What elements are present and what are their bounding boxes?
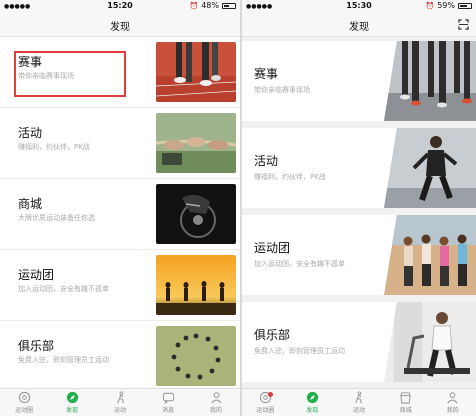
item-subtitle: 加入运动团，安全有趣不孤单 [254,260,345,268]
alarm-icon: ⏰ [189,1,199,10]
run-icon [355,391,363,404]
tab-bar: 运动圈 发现 运动 消息 我的 [0,388,240,416]
battery-percent: 59% [437,1,455,10]
tab-label: 运动 [113,407,126,414]
card-activities[interactable]: 活动 赚福利，约伙伴，PK战 [242,128,476,208]
item-title: 运动团 [18,268,55,282]
track-race-image [156,42,236,102]
tab-label: 消息 [161,407,174,414]
women-running-group-image [384,215,476,295]
tab-label: 我的 [209,407,222,414]
nav-bar: 发现 [242,13,476,37]
item-subtitle: 大牌优质运动装备任你选 [18,214,95,222]
marathon-legs-image [384,41,476,121]
compass-icon [66,391,78,404]
tab-discover[interactable]: 发现 [289,389,336,416]
tab-label: 运动圈 [14,407,33,414]
item-title: 俱乐部 [254,328,291,342]
battery-percent: 48% [201,1,219,10]
tab-label: 商城 [399,407,412,414]
tab-me[interactable]: 我的 [429,389,476,416]
tab-moments[interactable]: 运动圈 [242,389,289,416]
tab-sport[interactable]: 运动 [96,389,144,416]
item-subtitle: 免费入驻，即刻管理员工运动 [18,356,109,364]
alarm-icon: ⏰ [425,1,435,10]
tab-label: 发现 [65,407,78,414]
status-bar: ●●●●● 15:20 ⏰ 48% [0,0,240,13]
nav-bar: 发现 [0,13,240,37]
person-icon [210,392,222,404]
left-phone-screen: ●●●●● 15:20 ⏰ 48% 发现 赛事 带你亲临赛事现场 活动 赚福利，… [0,0,240,416]
tab-shop[interactable]: 商城 [382,389,429,416]
running-man-image [384,128,476,208]
item-subtitle: 免费入驻，即刻管理员工运动 [254,347,345,355]
scan-icon[interactable] [458,19,469,30]
list-item-sports-group[interactable]: 运动团 加入运动团，安全有趣不孤单 [0,250,240,321]
tab-label: 发现 [306,407,319,414]
compass-icon [306,391,318,404]
group-circle-image [156,326,236,386]
item-title: 活动 [18,126,43,140]
item-subtitle: 赚福利，约伙伴，PK战 [254,173,326,181]
item-subtitle: 赚福利，约伙伴，PK战 [18,143,90,151]
status-bar: ●●●●● 15:30 ⏰ 59% [242,0,476,13]
tab-bar: 运动圈 发现 运动 商城 我的 [242,388,476,416]
list-item-club[interactable]: 俱乐部 免费入驻，即刻管理员工运动 [0,321,240,388]
item-title: 俱乐部 [18,339,55,353]
tab-messages[interactable]: 消息 [144,389,192,416]
tug-of-war-image [156,113,236,173]
tab-discover[interactable]: 发现 [48,389,96,416]
discover-list: 赛事 带你亲临赛事现场 活动 赚福利，约伙伴，PK战 [0,37,240,388]
right-phone-screen: ●●●●● 15:30 ⏰ 59% 发现 赛事 带你亲临赛事现场 活动 赚福利，… [242,0,476,416]
card-sports-group[interactable]: 运动团 加入运动团，安全有趣不孤单 [242,215,476,295]
tab-label: 运动 [352,407,365,414]
card-club[interactable]: 俱乐部 免费入驻，即刻管理员工运动 [242,302,476,382]
tab-me[interactable]: 我的 [192,389,240,416]
list-item-events[interactable]: 赛事 带你亲临赛事现场 [0,37,240,108]
circle-icon [18,391,30,404]
item-title: 活动 [254,154,279,168]
item-title: 赛事 [254,67,279,81]
person-icon [447,392,458,404]
highlight-box [14,51,126,97]
battery-icon [222,2,236,9]
tab-moments[interactable]: 运动圈 [0,389,48,416]
tab-label: 运动圈 [256,407,275,414]
list-item-activities[interactable]: 活动 赚福利，约伙伴，PK战 [0,108,240,179]
item-title: 运动团 [254,241,291,255]
battery-icon [458,2,472,9]
page-title: 发现 [110,22,130,33]
tab-label: 我的 [446,407,459,414]
card-events[interactable]: 赛事 带你亲临赛事现场 [242,41,476,121]
item-subtitle: 带你亲临赛事现场 [254,86,310,94]
shop-icon [400,392,412,404]
item-title: 商城 [18,197,43,211]
message-icon [162,392,174,404]
notification-badge [268,392,274,397]
discover-list: 赛事 带你亲临赛事现场 活动 赚福利，约伙伴，PK战 [242,37,476,388]
gym-treadmill-image [384,302,476,382]
item-subtitle: 加入运动团，安全有趣不孤单 [18,285,109,293]
sunset-running-image [156,255,236,315]
cycling-image [156,184,236,244]
list-item-shop[interactable]: 商城 大牌优质运动装备任你选 [0,179,240,250]
run-icon [116,391,124,404]
page-title: 发现 [349,22,369,33]
tab-sport[interactable]: 运动 [336,389,383,416]
